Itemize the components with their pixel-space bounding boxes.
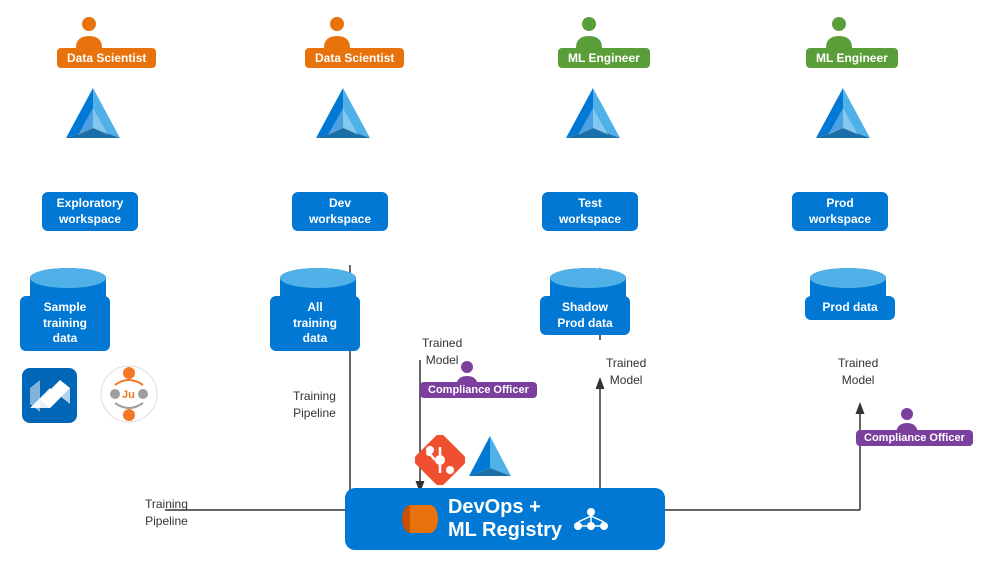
git-icon bbox=[415, 435, 465, 485]
text-trained-model-3: TrainedModel bbox=[838, 355, 878, 389]
db-label-shadow: ShadowProd data bbox=[540, 296, 630, 335]
workspace-label-dev: Devworkspace bbox=[292, 192, 388, 231]
svg-text:Ju: Ju bbox=[122, 389, 135, 401]
compliance-badge-2: Compliance Officer bbox=[856, 430, 973, 446]
role-badge-mle2: ML Engineer bbox=[806, 48, 898, 68]
person-icon-ds2 bbox=[320, 14, 354, 48]
azure-ml-logo-prod bbox=[808, 80, 878, 150]
azure-ml-logo-dev bbox=[308, 80, 378, 150]
azure-ml-logo-test bbox=[558, 80, 628, 150]
role-badge-ds2: Data Scientist bbox=[305, 48, 404, 68]
person-icon-mle1 bbox=[572, 14, 606, 48]
text-trained-model-2: TrainedModel bbox=[606, 355, 646, 389]
vscode-icon bbox=[22, 368, 77, 423]
devops-banner: DevOps +ML Registry bbox=[345, 488, 665, 550]
azure-ml-logo-exploratory bbox=[58, 80, 128, 150]
text-training-pipeline-1: TrainingPipeline bbox=[293, 388, 336, 422]
db-label-prod: Prod data bbox=[805, 296, 895, 320]
workspace-label-test: Testworkspace bbox=[542, 192, 638, 231]
person-icon-ds1 bbox=[72, 14, 106, 48]
text-training-pipeline-2: TrainingPipeline bbox=[145, 496, 188, 530]
workspace-label-exploratory: Exploratoryworkspace bbox=[42, 192, 138, 231]
jupyter-icon: Ju bbox=[100, 365, 158, 423]
azure-ml-logo-registry bbox=[465, 432, 515, 482]
pipeline-icon bbox=[400, 504, 438, 534]
devops-label: DevOps +ML Registry bbox=[448, 496, 562, 542]
person-icon-mle2 bbox=[822, 14, 856, 48]
role-badge-mle1: ML Engineer bbox=[558, 48, 650, 68]
db-label-sample: Sampletraining data bbox=[20, 296, 110, 351]
workspace-label-prod: Prodworkspace bbox=[792, 192, 888, 231]
compliance-badge-1: Compliance Officer bbox=[420, 382, 537, 398]
db-label-all: Alltraining data bbox=[270, 296, 360, 351]
diagram: Data Scientist Data Scientist ML Enginee… bbox=[0, 0, 985, 565]
role-badge-ds1: Data Scientist bbox=[57, 48, 156, 68]
text-trained-model-1: TrainedModel bbox=[422, 335, 462, 369]
network-icon bbox=[572, 504, 610, 534]
